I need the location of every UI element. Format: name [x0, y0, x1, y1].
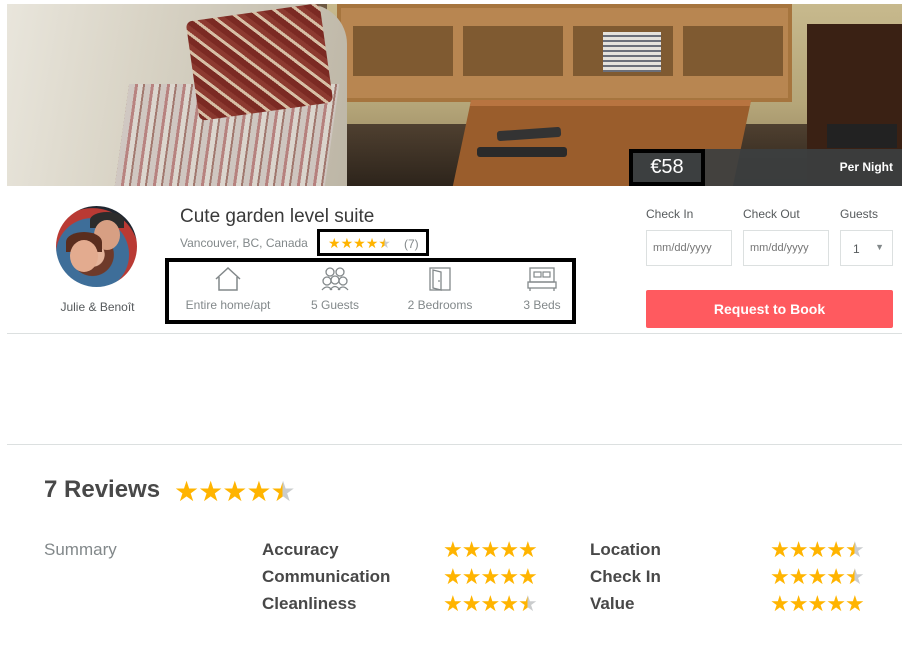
review-category-label: Value	[590, 594, 635, 613]
star-full-icon: ★	[353, 235, 366, 251]
reviews-overall-stars: ★★★★★	[174, 475, 296, 508]
feature-label: 5 Guests	[310, 298, 360, 312]
review-category-label: Accuracy	[262, 540, 339, 559]
rating-stars: ★★★★★	[328, 235, 391, 252]
star-full-icon: ★	[480, 591, 500, 616]
bed-icon	[527, 267, 557, 291]
check-out-label: Check Out	[743, 207, 800, 221]
feature-label: Entire home/apt	[185, 298, 271, 312]
star-full-icon: ★	[499, 564, 519, 589]
star-full-icon: ★	[517, 537, 538, 562]
star-full-icon: ★	[807, 537, 827, 562]
summary-label: Summary	[44, 540, 117, 559]
star-full-icon: ★	[480, 564, 500, 589]
star-full-icon: ★	[365, 235, 379, 251]
listing-features: Entire home/apt 5 Guests 2 Bedrooms 3 Be…	[165, 258, 576, 324]
host-name[interactable]: Julie & Benoît	[40, 300, 155, 314]
review-category-stars: ★★★★★	[443, 537, 538, 563]
feature-beds: 3 Beds	[507, 266, 577, 312]
star-full-icon: ★	[499, 537, 519, 562]
review-category-stars: ★★★★★	[770, 537, 865, 563]
house-icon	[215, 266, 241, 291]
review-category-stars: ★★★★★	[770, 591, 865, 617]
star-half-icon: ★	[844, 537, 865, 562]
feature-guests: 5 Guests	[295, 266, 375, 312]
review-category-stars: ★★★★★	[443, 564, 538, 590]
photo-shelf	[337, 4, 792, 102]
review-category-stars: ★★★★★	[770, 564, 865, 590]
star-full-icon: ★	[517, 564, 538, 589]
price-label: €58	[629, 149, 705, 186]
star-full-icon: ★	[222, 476, 247, 507]
check-in-label: Check In	[646, 207, 694, 221]
guests-select[interactable]: 1 ▼	[840, 230, 893, 266]
feature-room-type: Entire home/apt	[180, 266, 276, 312]
star-full-icon: ★	[788, 564, 809, 589]
star-full-icon: ★	[807, 564, 827, 589]
review-category-stars: ★★★★★	[443, 591, 538, 617]
star-full-icon: ★	[788, 537, 809, 562]
listing-location: Vancouver, BC, Canada	[180, 236, 308, 250]
feature-label: 3 Beds	[523, 298, 561, 312]
guests-label: Guests	[840, 207, 879, 221]
review-category-label: Location	[590, 540, 661, 559]
star-full-icon: ★	[770, 564, 790, 589]
door-icon	[429, 267, 451, 291]
star-full-icon: ★	[443, 564, 463, 589]
feature-label: 2 Bedrooms	[407, 298, 473, 312]
star-full-icon: ★	[826, 591, 846, 616]
star-full-icon: ★	[461, 537, 482, 562]
star-full-icon: ★	[198, 476, 223, 507]
guests-icon	[321, 267, 349, 291]
chevron-down-icon: ▼	[875, 242, 884, 252]
check-out-input[interactable]	[743, 230, 829, 266]
star-full-icon: ★	[246, 476, 271, 507]
star-half-icon: ★	[378, 235, 391, 251]
star-half-icon: ★	[844, 564, 865, 589]
star-full-icon: ★	[788, 591, 809, 616]
star-half-icon: ★	[517, 591, 538, 616]
guests-value: 1	[853, 242, 860, 256]
per-night-label: Per Night	[839, 160, 893, 174]
feature-bedrooms: 2 Bedrooms	[397, 266, 483, 312]
divider	[7, 333, 902, 334]
star-full-icon: ★	[443, 591, 463, 616]
star-full-icon: ★	[480, 537, 500, 562]
review-category-label: Cleanliness	[262, 594, 357, 613]
star-full-icon: ★	[826, 564, 846, 589]
star-full-icon: ★	[174, 476, 199, 507]
check-in-input[interactable]	[646, 230, 732, 266]
star-full-icon: ★	[770, 591, 790, 616]
star-full-icon: ★	[328, 235, 341, 251]
star-full-icon: ★	[807, 591, 827, 616]
review-count: (7)	[404, 237, 419, 251]
divider	[7, 444, 902, 445]
host-avatar[interactable]	[56, 206, 137, 287]
listing-title: Cute garden level suite	[180, 206, 375, 227]
listing-rating[interactable]: ★★★★★ (7)	[317, 229, 429, 256]
reviews-title: 7 Reviews	[44, 476, 161, 503]
star-full-icon: ★	[770, 537, 790, 562]
request-to-book-button[interactable]: Request to Book	[646, 290, 893, 328]
review-category-label: Communication	[262, 567, 391, 586]
star-full-icon: ★	[461, 564, 482, 589]
star-full-icon: ★	[499, 591, 519, 616]
review-category-label: Check In	[590, 567, 661, 586]
star-full-icon: ★	[443, 537, 463, 562]
star-full-icon: ★	[826, 537, 846, 562]
star-half-icon: ★	[270, 476, 295, 507]
star-full-icon: ★	[461, 591, 482, 616]
star-full-icon: ★	[340, 235, 354, 251]
star-full-icon: ★	[844, 591, 865, 616]
